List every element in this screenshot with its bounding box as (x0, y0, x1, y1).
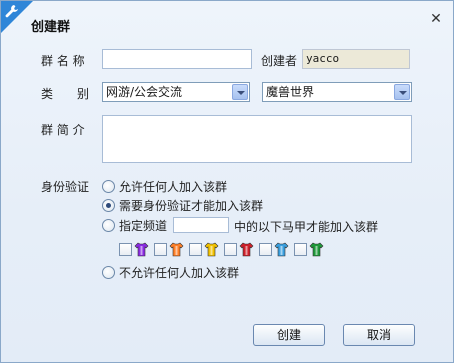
green-vest-icon (309, 242, 324, 256)
channel-input[interactable] (173, 217, 229, 233)
vest-rank-item[interactable] (224, 242, 254, 257)
radio-label: 需要身份验证才能加入该群 (119, 198, 264, 213)
creator-label: 创建者 (261, 54, 298, 68)
radio-label: 不允许任何人加入该群 (119, 265, 240, 280)
group-name-label: 群 名 称 (41, 54, 85, 68)
verification-label: 身份验证 (41, 180, 90, 194)
group-intro-textarea[interactable] (102, 115, 412, 163)
radio-label: 指定频道 (119, 218, 168, 233)
vest-rank-item[interactable] (119, 242, 149, 257)
create-group-dialog: 创建群 ✕ 群 名 称 创建者 yacco 类 别 网游/公会交流 魔兽世界 群… (0, 0, 454, 363)
blue-vest-icon (274, 242, 289, 256)
close-icon[interactable]: ✕ (429, 12, 443, 26)
category-select-value: 网游/公会交流 (106, 85, 183, 99)
orange-vest-icon (169, 242, 184, 256)
channel-suffix-text: 中的以下马甲才能加入该群 (234, 220, 379, 234)
wrench-icon (5, 4, 19, 18)
radio-button[interactable] (102, 218, 115, 232)
radio-button[interactable] (102, 265, 115, 279)
group-name-input[interactable] (102, 49, 252, 69)
category-select[interactable]: 网游/公会交流 (102, 82, 250, 102)
dialog-title: 创建群 (31, 20, 71, 35)
chevron-down-icon[interactable] (232, 84, 248, 100)
vest-rank-item[interactable] (294, 242, 324, 257)
radio-allow-anyone[interactable]: 允许任何人加入该群 (102, 178, 227, 194)
radio-button[interactable] (102, 198, 115, 212)
creator-field: yacco (302, 49, 410, 69)
purple-vest-icon (134, 242, 149, 256)
vest-checkbox[interactable] (119, 242, 132, 256)
chevron-down-icon[interactable] (394, 84, 410, 100)
radio-allow-no-one[interactable]: 不允许任何人加入该群 (102, 264, 239, 280)
vest-checkbox[interactable] (189, 242, 202, 256)
radio-label: 允许任何人加入该群 (119, 179, 228, 194)
vest-checkbox[interactable] (259, 242, 272, 256)
radio-require-verification[interactable]: 需要身份验证才能加入该群 (102, 197, 263, 213)
subcategory-select-value: 魔兽世界 (266, 85, 315, 99)
category-label: 类 别 (41, 87, 90, 101)
cancel-button[interactable]: 取消 (343, 324, 415, 346)
group-intro-label: 群 简 介 (41, 123, 85, 137)
title-bar: 创建群 ✕ (1, 1, 453, 35)
vest-checkbox[interactable] (224, 242, 237, 256)
subcategory-select[interactable]: 魔兽世界 (262, 82, 412, 102)
radio-button[interactable] (102, 179, 115, 193)
vest-rank-item[interactable] (154, 242, 184, 257)
vest-checkbox[interactable] (154, 242, 167, 256)
vest-rank-row (119, 241, 329, 257)
yellow-vest-icon (204, 242, 219, 256)
vest-checkbox[interactable] (294, 242, 307, 256)
vest-rank-item[interactable] (189, 242, 219, 257)
radio-specified-channel[interactable]: 指定频道 (102, 217, 167, 233)
vest-rank-item[interactable] (259, 242, 289, 257)
create-button[interactable]: 创建 (253, 324, 325, 346)
red-vest-icon (239, 242, 254, 256)
